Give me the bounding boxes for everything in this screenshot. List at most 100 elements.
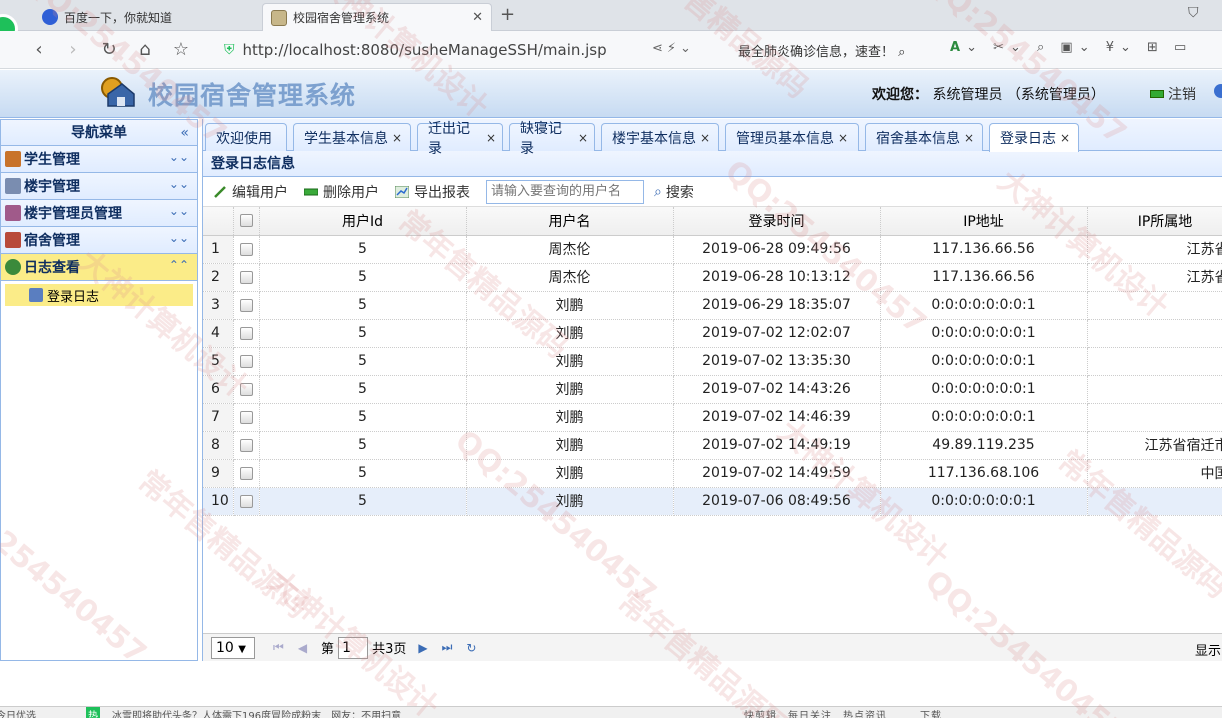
- sidebar-group-building[interactable]: 楼宇管理 ⌄⌄: [1, 173, 197, 200]
- cell-login-time: 2019-07-02 14:46:39: [673, 403, 881, 432]
- first-page-icon[interactable]: ⏮: [273, 640, 284, 655]
- table-row[interactable]: 10 5 刘鹏 2019-07-06 08:49:56 0:0:0:0:0:0:0:1: [203, 487, 1222, 516]
- column-header-user-id[interactable]: 用户Id: [259, 207, 467, 236]
- tab-absence[interactable]: 缺寝记录 ×: [509, 121, 595, 157]
- sidebar-group-label: 日志查看: [24, 260, 80, 276]
- sidebar-group-dorm[interactable]: 宿舍管理 ⌄⌄: [1, 227, 197, 254]
- status-right-tools[interactable]: 快剪辑 每日关注 热点资讯 下载: [744, 707, 942, 718]
- tab-building-info[interactable]: 楼宇基本信息 ×: [601, 123, 719, 151]
- row-checkbox[interactable]: [233, 347, 260, 376]
- status-news[interactable]: 冰雪即将助代头条？人体需下196度冒险成粉末 网友：不用扫意: [112, 707, 401, 718]
- refresh-icon[interactable]: ↻: [466, 641, 476, 655]
- row-checkbox[interactable]: [233, 487, 260, 516]
- sidebar-group-logs[interactable]: 日志查看 ⌃⌃: [1, 254, 197, 281]
- reload-icon[interactable]: ↻: [98, 39, 120, 60]
- tab-admin-info[interactable]: 管理员基本信息 ×: [725, 123, 859, 151]
- search-button[interactable]: ⌕ 搜索: [654, 182, 694, 202]
- baidu-paw-icon: [42, 9, 58, 25]
- table-row[interactable]: 8 5 刘鹏 2019-07-02 14:49:19 49.89.119.235 江苏省宿…: [203, 431, 1222, 460]
- cell-user-id: 5: [259, 319, 467, 348]
- row-checkbox[interactable]: [233, 459, 260, 488]
- collapse-left-icon[interactable]: «: [180, 120, 189, 146]
- tab-welcome[interactable]: 欢迎使用: [205, 123, 287, 151]
- row-checkbox[interactable]: [233, 375, 260, 404]
- page-prefix: 第: [321, 642, 335, 657]
- url-text: http://localhost:8080/susheManageSSH/mai…: [242, 41, 607, 59]
- nav-sidebar: 导航菜单 « 学生管理 ⌄⌄ 楼宇管理 ⌄⌄ 楼宇管理员管理 ⌄⌄ 宿舍管理 ⌄…: [0, 119, 198, 661]
- column-header-ip-location[interactable]: IP所属地: [1087, 207, 1222, 236]
- logout-button[interactable]: 注销: [1150, 84, 1196, 104]
- dorm-house-gear-icon: [101, 77, 135, 107]
- dorm-house-icon: [5, 232, 21, 248]
- table-row[interactable]: 7 5 刘鹏 2019-07-02 14:46:39 0:0:0:0:0:0:0:1: [203, 403, 1222, 432]
- tab-move-out[interactable]: 迁出记录 ×: [417, 121, 503, 157]
- cell-ip-location: [1087, 291, 1222, 320]
- tab-student-info[interactable]: 学生基本信息 ×: [293, 123, 411, 151]
- table-row[interactable]: 3 5 刘鹏 2019-06-29 18:35:07 0:0:0:0:0:0:0:1: [203, 291, 1222, 320]
- search-input[interactable]: [486, 179, 644, 204]
- cell-user-id: 5: [259, 347, 467, 376]
- checkbox-icon: [239, 354, 253, 368]
- extension-icons[interactable]: A⌄ ✂⌄ ⌕ ▣⌄ ¥⌄ ⊞ ▭: [950, 40, 1192, 55]
- column-header-login-time[interactable]: 登录时间: [673, 207, 881, 236]
- share-icon[interactable]: ⋖⚡⌄: [652, 41, 695, 56]
- row-checkbox[interactable]: [233, 319, 260, 348]
- sidebar-group-building-admin[interactable]: 楼宇管理员管理 ⌄⌄: [1, 200, 197, 227]
- tab-login-log[interactable]: 登录日志 ×: [989, 123, 1079, 152]
- globe-icon[interactable]: [1214, 84, 1222, 98]
- news-ticker-link[interactable]: 最全肺炎确诊信息，速查！ ⌕: [738, 41, 905, 60]
- table-row[interactable]: 6 5 刘鹏 2019-07-02 14:43:26 0:0:0:0:0:0:0:1: [203, 375, 1222, 404]
- status-left[interactable]: 今日优选: [0, 707, 36, 718]
- tab-label: 缺寝记录: [520, 120, 562, 157]
- edit-user-button[interactable]: 编辑用户: [213, 182, 288, 202]
- address-bar: ‹ › ↻ ⌂ ☆ ⛨ http://localhost:8080/susheM…: [0, 31, 1222, 69]
- table-row[interactable]: 4 5 刘鹏 2019-07-02 12:02:07 0:0:0:0:0:0:0:1: [203, 319, 1222, 348]
- bookmark-star-icon[interactable]: ☆: [170, 39, 192, 60]
- last-page-icon[interactable]: ⏭: [442, 640, 453, 655]
- close-icon[interactable]: ×: [486, 131, 496, 145]
- home-icon[interactable]: ⌂: [134, 39, 156, 60]
- column-header-username[interactable]: 用户名: [466, 207, 674, 236]
- browser-tab-app[interactable]: 校园宿舍管理系统 ✕: [262, 3, 492, 31]
- row-checkbox[interactable]: [233, 403, 260, 432]
- close-icon[interactable]: ×: [578, 131, 588, 145]
- delete-user-button[interactable]: 删除用户: [304, 182, 379, 202]
- close-icon[interactable]: ×: [838, 131, 848, 145]
- page-number-input[interactable]: [338, 636, 369, 659]
- row-checkbox[interactable]: [233, 291, 260, 320]
- row-checkbox[interactable]: [233, 431, 260, 460]
- next-page-icon[interactable]: ▶: [418, 641, 427, 655]
- browser-tab-baidu[interactable]: 百度一下，你就知道: [34, 3, 256, 31]
- table-row[interactable]: 5 5 刘鹏 2019-07-02 13:35:30 0:0:0:0:0:0:0:1: [203, 347, 1222, 376]
- building-icon: [5, 178, 21, 194]
- sidebar-item-login-log[interactable]: 登录日志: [5, 284, 193, 306]
- close-icon[interactable]: ×: [1060, 131, 1070, 145]
- close-icon[interactable]: ×: [700, 131, 710, 145]
- close-icon[interactable]: ×: [964, 131, 974, 145]
- sidebar-group-student[interactable]: 学生管理 ⌄⌄: [1, 146, 197, 173]
- cell-ip: 0:0:0:0:0:0:0:1: [880, 319, 1088, 348]
- row-checkbox[interactable]: [233, 235, 260, 264]
- table-row[interactable]: 25周杰伦2019-06-28 10:13:12117.136.66.56江苏省: [203, 263, 1222, 292]
- export-report-button[interactable]: 导出报表: [395, 182, 470, 202]
- cell-login-time: 2019-07-02 14:49:59: [673, 459, 881, 488]
- close-tab-icon[interactable]: ✕: [472, 10, 483, 25]
- prev-page-icon[interactable]: ◀: [298, 641, 307, 655]
- row-checkbox[interactable]: [233, 263, 260, 292]
- close-icon[interactable]: ×: [392, 131, 402, 145]
- new-tab-button[interactable]: +: [500, 4, 515, 25]
- row-number: 1: [203, 235, 234, 264]
- page-size-select[interactable]: 10 ▼: [211, 636, 255, 659]
- tab-menu-icon[interactable]: ⛉: [1188, 5, 1199, 21]
- cell-login-time: 2019-07-02 12:02:07: [673, 319, 881, 348]
- select-all-checkbox[interactable]: [233, 207, 260, 236]
- pagination-bar: 10 ▼ ⏮ ◀ 第 共3页 ▶ ⏭ ↻ 显示: [203, 633, 1222, 661]
- back-icon[interactable]: ‹: [28, 39, 50, 60]
- cell-user-id: 5: [259, 459, 467, 488]
- table-row[interactable]: 95刘鹏2019-07-02 14:49:59117.136.68.106中国: [203, 459, 1222, 488]
- column-header-ip[interactable]: IP地址: [880, 207, 1088, 236]
- tab-dorm-info[interactable]: 宿舍基本信息 ×: [865, 123, 983, 151]
- table-row[interactable]: 15周杰伦2019-06-28 09:49:56117.136.66.56江苏省: [203, 235, 1222, 264]
- url-field[interactable]: ⛨ http://localhost:8080/susheManageSSH/m…: [224, 36, 718, 64]
- forward-icon[interactable]: ›: [62, 39, 84, 60]
